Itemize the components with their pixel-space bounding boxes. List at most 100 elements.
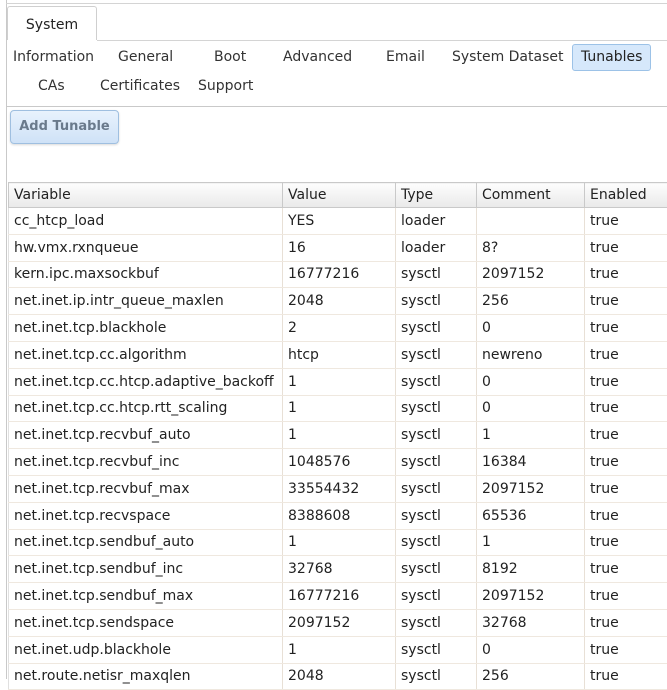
cell-comment: 256 (477, 288, 585, 315)
cell-variable: net.inet.tcp.recvbuf_inc (9, 449, 283, 476)
subtab-advanced[interactable]: Advanced (283, 45, 352, 69)
cell-enabled: true (585, 449, 667, 476)
cell-comment: 1 (477, 422, 585, 449)
cell-comment: 32768 (477, 609, 585, 636)
cell-comment: 65536 (477, 502, 585, 529)
table-row[interactable]: net.inet.tcp.recvbuf_auto1sysctl1true (9, 422, 667, 449)
cell-value: 1048576 (283, 449, 396, 476)
panel-left-border (6, 0, 7, 679)
cell-comment: 2097152 (477, 475, 585, 502)
table-row[interactable]: net.route.netisr_maxqlen2048sysctl256tru… (9, 663, 667, 690)
tunables-table: Variable Value Type Comment Enabled cc_h… (8, 182, 667, 690)
column-header-comment[interactable]: Comment (477, 183, 585, 208)
cell-enabled: true (585, 234, 667, 261)
cell-comment: 8192 (477, 556, 585, 583)
cell-enabled: true (585, 261, 667, 288)
cell-comment: 8? (477, 234, 585, 261)
table-row[interactable]: hw.vmx.rxnqueue16loader8?true (9, 234, 667, 261)
cell-variable: net.inet.ip.intr_queue_maxlen (9, 288, 283, 315)
cell-variable: net.inet.udp.blackhole (9, 636, 283, 663)
cell-variable: net.inet.tcp.cc.htcp.adaptive_backoff (9, 368, 283, 395)
table-row[interactable]: net.inet.tcp.recvbuf_inc1048576sysctl163… (9, 449, 667, 476)
cell-type: loader (396, 208, 477, 235)
cell-variable: net.route.netisr_maxqlen (9, 663, 283, 690)
cell-comment: 0 (477, 395, 585, 422)
cell-variable: net.inet.tcp.cc.algorithm (9, 341, 283, 368)
cell-value: 16777216 (283, 583, 396, 610)
add-tunable-button[interactable]: Add Tunable (10, 110, 119, 144)
tab-system[interactable]: System (7, 6, 97, 40)
cell-comment: 0 (477, 315, 585, 342)
subtab-support[interactable]: Support (198, 74, 253, 98)
cell-enabled: true (585, 529, 667, 556)
tab-bar-divider (97, 40, 667, 41)
subtab-email[interactable]: Email (386, 45, 425, 69)
column-header-type[interactable]: Type (396, 183, 477, 208)
subtab-system-dataset[interactable]: System Dataset (452, 45, 563, 69)
cell-value: 1 (283, 636, 396, 663)
table-row[interactable]: net.inet.tcp.sendspace2097152sysctl32768… (9, 609, 667, 636)
cell-variable: kern.ipc.maxsockbuf (9, 261, 283, 288)
column-header-enabled[interactable]: Enabled (585, 183, 667, 208)
cell-enabled: true (585, 208, 667, 235)
cell-type: sysctl (396, 502, 477, 529)
cell-enabled: true (585, 636, 667, 663)
cell-value: 2048 (283, 288, 396, 315)
cell-enabled: true (585, 609, 667, 636)
cell-type: sysctl (396, 449, 477, 476)
system-panel: System Information General Boot Advanced… (0, 0, 667, 679)
table-row[interactable]: cc_htcp_loadYESloadertrue (9, 208, 667, 235)
subtab-divider (7, 106, 667, 107)
cell-type: sysctl (396, 583, 477, 610)
cell-value: htcp (283, 341, 396, 368)
cell-comment (477, 208, 585, 235)
subtab-certificates[interactable]: Certificates (100, 74, 180, 98)
cell-type: sysctl (396, 529, 477, 556)
cell-enabled: true (585, 583, 667, 610)
subtab-boot[interactable]: Boot (214, 45, 246, 69)
column-header-variable[interactable]: Variable (9, 183, 283, 208)
subtab-general[interactable]: General (118, 45, 173, 69)
cell-type: sysctl (396, 556, 477, 583)
cell-variable: net.inet.tcp.sendbuf_auto (9, 529, 283, 556)
cell-variable: net.inet.tcp.recvbuf_auto (9, 422, 283, 449)
table-row[interactable]: net.inet.tcp.cc.algorithmhtcpsysctlnewre… (9, 341, 667, 368)
cell-comment: 16384 (477, 449, 585, 476)
table-row[interactable]: net.inet.tcp.cc.htcp.rtt_scaling1sysctl0… (9, 395, 667, 422)
subtab-tunables[interactable]: Tunables (572, 44, 651, 71)
cell-value: 1 (283, 422, 396, 449)
table-row[interactable]: net.inet.tcp.recvspace8388608sysctl65536… (9, 502, 667, 529)
cell-type: sysctl (396, 636, 477, 663)
table-row[interactable]: net.inet.tcp.sendbuf_auto1sysctl1true (9, 529, 667, 556)
cell-comment: 2097152 (477, 583, 585, 610)
cell-value: 8388608 (283, 502, 396, 529)
cell-variable: net.inet.tcp.sendbuf_inc (9, 556, 283, 583)
cell-value: 16 (283, 234, 396, 261)
cell-enabled: true (585, 475, 667, 502)
table-row[interactable]: kern.ipc.maxsockbuf16777216sysctl2097152… (9, 261, 667, 288)
cell-value: 33554432 (283, 475, 396, 502)
cell-variable: hw.vmx.rxnqueue (9, 234, 283, 261)
cell-value: 1 (283, 368, 396, 395)
cell-type: sysctl (396, 395, 477, 422)
cell-type: sysctl (396, 368, 477, 395)
subtab-information[interactable]: Information (13, 45, 94, 69)
table-row[interactable]: net.inet.udp.blackhole1sysctl0true (9, 636, 667, 663)
table-row[interactable]: net.inet.ip.intr_queue_maxlen2048sysctl2… (9, 288, 667, 315)
cell-type: sysctl (396, 422, 477, 449)
column-header-value[interactable]: Value (283, 183, 396, 208)
cell-type: sysctl (396, 315, 477, 342)
cell-variable: net.inet.tcp.recvspace (9, 502, 283, 529)
table-row[interactable]: net.inet.tcp.recvbuf_max33554432sysctl20… (9, 475, 667, 502)
cell-comment: 0 (477, 636, 585, 663)
cell-enabled: true (585, 663, 667, 690)
subtab-cas[interactable]: CAs (38, 74, 65, 98)
cell-enabled: true (585, 422, 667, 449)
cell-value: 1 (283, 529, 396, 556)
cell-type: sysctl (396, 261, 477, 288)
cell-comment: 256 (477, 663, 585, 690)
table-row[interactable]: net.inet.tcp.cc.htcp.adaptive_backoff1sy… (9, 368, 667, 395)
table-row[interactable]: net.inet.tcp.sendbuf_max16777216sysctl20… (9, 583, 667, 610)
table-row[interactable]: net.inet.tcp.sendbuf_inc32768sysctl8192t… (9, 556, 667, 583)
table-row[interactable]: net.inet.tcp.blackhole2sysctl0true (9, 315, 667, 342)
